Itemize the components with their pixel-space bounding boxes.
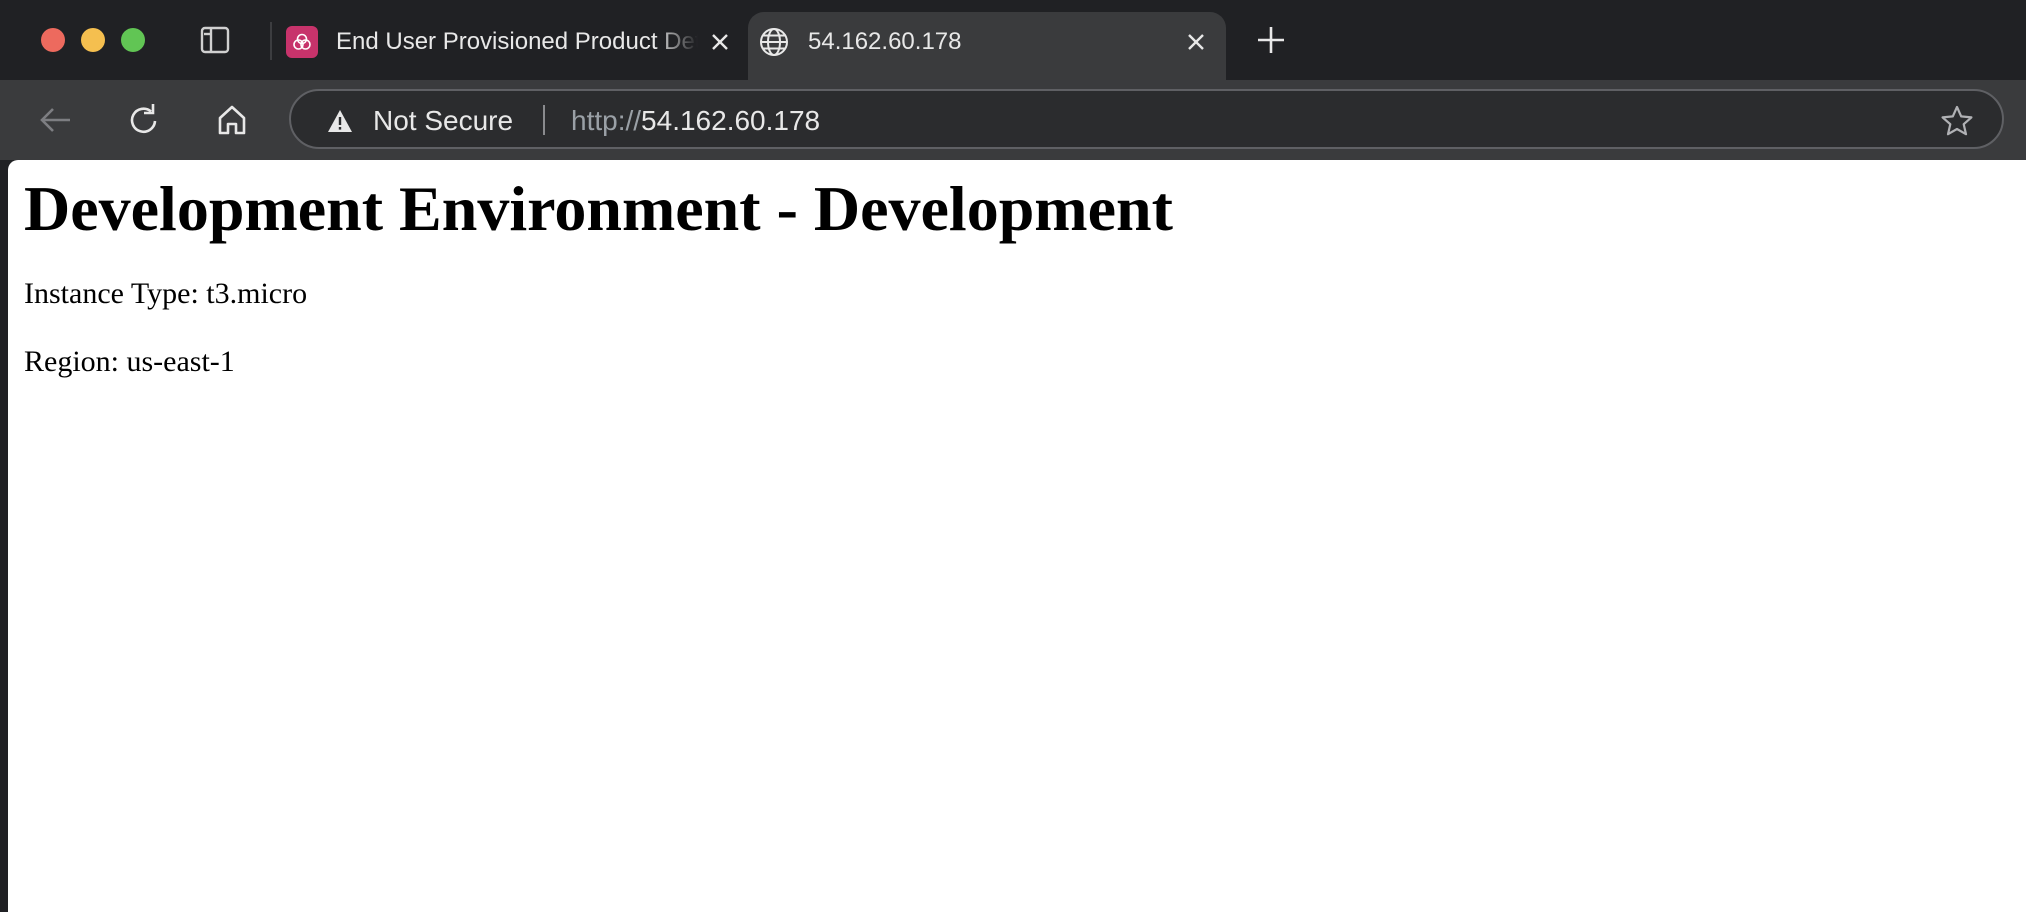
tab-title: End User Provisioned Product Details <box>336 28 698 55</box>
instance-type-text: Instance Type: t3.micro <box>24 277 308 310</box>
security-status-label[interactable]: Not Secure <box>373 104 513 138</box>
service-catalog-icon <box>286 26 318 58</box>
reload-icon[interactable] <box>124 100 164 140</box>
region-text: Region: us-east-1 <box>24 345 235 378</box>
window-zoom-button[interactable] <box>121 28 145 52</box>
bookmark-star-icon[interactable] <box>1940 104 1974 138</box>
page-heading: Development Environment - Development <box>24 173 1173 244</box>
sidebar-toggle-icon[interactable] <box>200 26 230 54</box>
window-minimize-button[interactable] <box>81 28 105 52</box>
warning-icon[interactable] <box>327 109 353 133</box>
home-icon[interactable] <box>212 100 252 140</box>
tab-separator <box>270 22 272 60</box>
address-bar[interactable]: Not Secure http://54.162.60.178 <box>289 89 2004 149</box>
window-close-button[interactable] <box>41 28 65 52</box>
url-text[interactable]: http://54.162.60.178 <box>571 104 820 138</box>
close-tab-icon[interactable] <box>708 30 732 54</box>
back-arrow-icon[interactable] <box>36 100 76 140</box>
page-content: Development Environment - Development In… <box>24 173 1173 380</box>
new-tab-icon[interactable] <box>1255 24 1287 56</box>
page-viewport: Development Environment - Development In… <box>8 160 2026 912</box>
browser-toolbar: Not Secure http://54.162.60.178 <box>0 80 2026 160</box>
tab-strip: End User Provisioned Product Details 54.… <box>0 0 2026 80</box>
tab-title: 54.162.60.178 <box>808 28 962 55</box>
globe-icon <box>758 26 790 58</box>
url-host: 54.162.60.178 <box>641 105 821 136</box>
tab-product-details[interactable]: End User Provisioned Product Details <box>276 12 746 80</box>
address-bar-divider <box>543 105 545 135</box>
url-scheme: http:// <box>571 105 642 136</box>
close-tab-icon[interactable] <box>1184 30 1208 54</box>
tab-ip-address[interactable]: 54.162.60.178 <box>748 12 1226 80</box>
